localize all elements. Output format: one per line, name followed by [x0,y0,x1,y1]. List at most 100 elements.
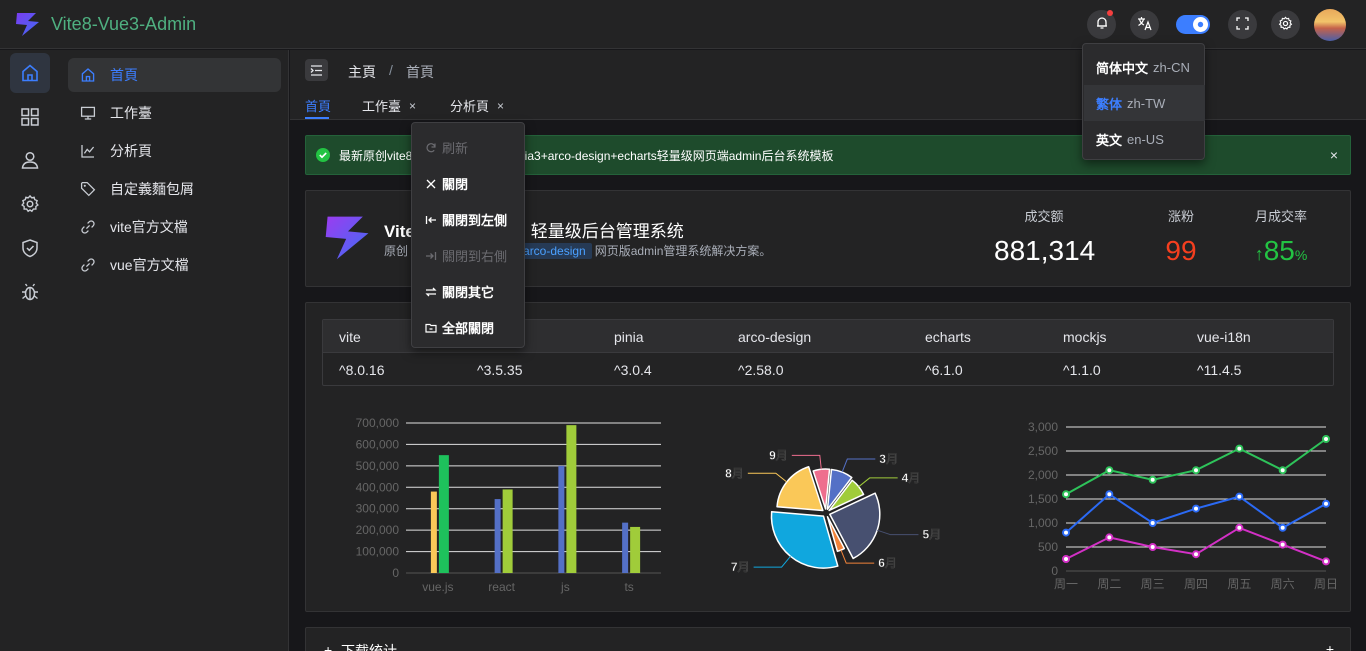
language-option-en-us[interactable]: 英文 en-US [1084,121,1205,157]
bar [494,499,501,573]
swap-icon [425,287,437,296]
x-tick-label: js [560,580,570,594]
tab-close-icon[interactable]: × [497,99,504,113]
tab-analysis[interactable]: 分析頁 × [450,96,504,115]
link-icon [81,220,95,234]
breadcrumb-home[interactable]: 主頁 [348,62,376,82]
y-tick-label: 0 [1051,564,1058,578]
tab-label: 首頁 [305,99,332,114]
line-chart: 0 500 1,000 1,500 2,000 2,500 3,000 周一 周二 周三 周四 周五 周… [1028,420,1338,591]
x-tick-label: react [488,580,515,594]
fullscreen-button[interactable] [1228,10,1257,39]
icon-rail [0,50,60,651]
rail-home[interactable] [10,53,50,93]
tab-home[interactable]: 首頁 [305,96,331,115]
alert-text-start: 最新原创vite8 [339,148,413,163]
notification-button[interactable] [1087,10,1116,39]
label-line [747,472,788,483]
label-line [841,458,876,473]
bar [430,491,437,573]
data-point [1105,466,1114,475]
sidebar-menu: 首頁 工作臺 分析頁 自定義麵包屑 vite官方文檔 vue官方文檔 [60,50,289,651]
data-point [1105,490,1114,499]
y-tick-label: 700,000 [356,416,400,430]
y-tick-label: 500 [1038,540,1058,554]
check-circle-icon [316,148,330,162]
bar [630,526,641,573]
settings-button[interactable] [1271,10,1300,39]
y-tick-label: 2,000 [1028,468,1058,482]
y-tick-label: 500,000 [356,459,400,473]
menu-item-close-others[interactable]: 關閉其它 [425,282,494,301]
plus-icon: + [324,642,333,651]
menu-item-close-right[interactable]: 關閉到右側 [425,246,507,265]
slice-label: 4月 [902,471,921,485]
data-point [1062,528,1070,537]
plus-icon[interactable]: + [1326,641,1334,651]
user-avatar[interactable] [1314,9,1346,41]
rail-apps[interactable] [18,105,42,129]
menu-fold-icon [310,64,322,76]
x-tick-label: 周一 [1054,577,1078,591]
menu-item-close-all[interactable]: 全部關閉 [425,318,494,337]
bar [558,465,565,573]
table-cell: ^1.1.0 [1063,362,1101,378]
shield-icon [22,239,38,258]
stat-conversion: 月成交率 ↑85% [1241,206,1321,267]
folder-close-icon [425,323,437,333]
user-icon [21,151,39,169]
rail-settings[interactable] [18,192,42,216]
close-right-icon [426,251,437,260]
bug-icon [22,283,38,301]
slice-label: 5月 [922,528,941,542]
sidebar-item-custom-breadcrumb[interactable]: 自定義麵包屑 [68,172,281,206]
data-point [1148,519,1157,527]
rail-user[interactable] [18,148,42,172]
y-tick-label: 1,000 [1028,516,1058,530]
sidebar-item-analysis[interactable]: 分析頁 [68,134,281,168]
language-button[interactable] [1130,10,1159,39]
label-line [877,529,919,536]
menu-item-refresh[interactable]: 刷新 [425,138,468,157]
data-point [1322,435,1330,443]
x-tick-label: 周二 [1097,577,1121,591]
theme-toggle[interactable] [1176,15,1210,34]
language-option-zh-tw[interactable]: 繁体 zh-TW [1084,85,1205,121]
menu-item-close[interactable]: 關閉 [425,174,468,193]
alert-text-end: nia3+arco-design+echarts轻量级网页端admin后台系统模… [518,148,834,163]
sidebar-item-vue-docs[interactable]: vue官方文檔 [68,248,281,282]
data-point [1192,466,1200,475]
close-left-icon [425,215,436,224]
tab-close-icon[interactable]: × [409,99,416,113]
data-point [1192,504,1200,513]
sidebar-item-workbench[interactable]: 工作臺 [68,96,281,130]
home-icon [81,68,95,82]
rail-security[interactable] [18,236,42,260]
menu-item-close-left[interactable]: 關閉到左側 [425,210,507,229]
y-tick-label: 2,500 [1028,444,1058,458]
language-option-zh-cn[interactable]: 简体中文 zh-CN [1084,49,1205,85]
tab-workbench[interactable]: 工作臺 × [362,96,416,115]
x-tick-label: 周日 [1314,577,1338,591]
table-header-cell: mockjs [1063,329,1107,345]
notification-dot [1107,10,1113,16]
moon-icon [1193,17,1208,32]
data-point [1148,543,1157,551]
collapse-sidebar-button[interactable] [305,59,328,81]
y-tick-label: 300,000 [356,502,400,516]
table-cell: ^3.5.35 [477,362,523,378]
slice-label: 7月 [731,560,750,574]
close-icon[interactable]: × [1330,147,1338,163]
sidebar-item-vite-docs[interactable]: vite官方文檔 [68,210,281,244]
app-title[interactable]: Vite8-Vue3-Admin [51,13,196,35]
rail-debug[interactable] [18,280,42,304]
dependencies-card: vite pinia arco-design echarts mockjs vu… [305,302,1351,612]
data-point [1278,540,1287,549]
table-header-cell: echarts [925,329,971,345]
sidebar-item-home[interactable]: 首頁 [68,58,281,92]
slice-label: 9月 [769,448,788,462]
slice-label: 3月 [879,452,898,466]
stat-label: 月成交率 [1254,209,1307,224]
bar [622,522,629,573]
stat-turnover: 成交额 881,314 [994,206,1095,267]
